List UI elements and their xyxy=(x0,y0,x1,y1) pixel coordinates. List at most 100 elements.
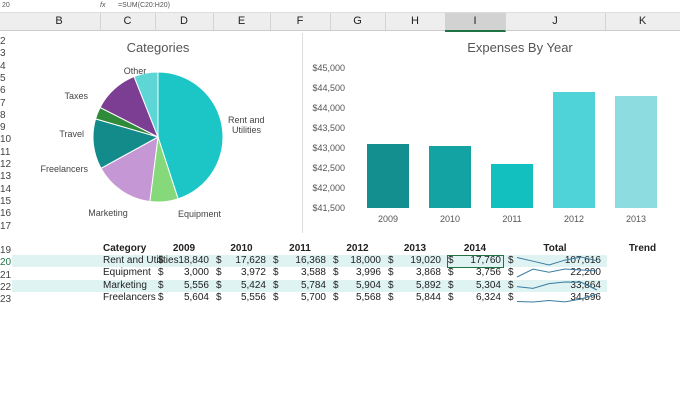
category-cell[interactable]: Freelancers xyxy=(103,292,158,304)
column-heading[interactable]: Trend xyxy=(605,243,680,255)
y-tick-label: $41,500 xyxy=(312,203,345,213)
pie-label: Other xyxy=(124,66,147,76)
name-box[interactable]: 20 xyxy=(2,2,10,9)
category-cell[interactable]: Rent and Utilities xyxy=(103,255,179,267)
x-tick-label: 2012 xyxy=(564,214,584,224)
value-cell[interactable]: 5,904 xyxy=(330,280,381,292)
column-heading[interactable]: 2010 xyxy=(213,243,270,255)
row-header[interactable]: 15 xyxy=(0,196,12,207)
column-heading[interactable]: 2013 xyxy=(385,243,445,255)
column-header-I[interactable]: I xyxy=(445,13,506,32)
value-cell[interactable]: 5,556 xyxy=(213,292,266,304)
value-cell[interactable]: 5,424 xyxy=(213,280,266,292)
row-header[interactable]: 4 xyxy=(0,61,12,72)
bar-2012[interactable] xyxy=(553,92,595,208)
value-cell[interactable]: 3,868 xyxy=(385,267,441,279)
row-header[interactable]: 11 xyxy=(0,147,12,158)
row-header[interactable]: 2 xyxy=(0,36,12,47)
table-header-row: Category 2009 2010 2011 2012 2013 2014 Total Tre… xyxy=(12,243,656,255)
value-cell[interactable]: 3,996 xyxy=(330,267,381,279)
row-header[interactable]: 5 xyxy=(0,73,12,84)
value-cell[interactable]: 5,568 xyxy=(330,292,381,304)
value-cell[interactable]: 18,000 xyxy=(330,255,381,267)
formula-input[interactable]: =SUM(C20:H20) xyxy=(118,2,170,9)
column-heading[interactable]: 2014 xyxy=(445,243,505,255)
trend-sparkline[interactable] xyxy=(512,292,602,304)
column-heading[interactable]: Category xyxy=(103,243,158,255)
fx-icon[interactable]: fx xyxy=(100,2,105,9)
value-cell[interactable]: 18,840 xyxy=(155,255,209,267)
pie-label: Equipment xyxy=(178,209,222,219)
value-cell[interactable]: 5,784 xyxy=(270,280,326,292)
row-header[interactable]: 12 xyxy=(0,159,12,170)
y-tick-label: $44,000 xyxy=(312,103,345,113)
column-header-C[interactable]: C xyxy=(100,13,156,30)
column-heading[interactable]: 2011 xyxy=(270,243,330,255)
row-header[interactable]: 3 xyxy=(0,48,12,59)
pie-label: Freelancers xyxy=(40,164,88,174)
chart-divider xyxy=(302,33,303,233)
column-header-K[interactable]: K xyxy=(605,13,680,30)
row-header[interactable]: 21 xyxy=(0,270,12,281)
value-cell[interactable]: 3,972 xyxy=(213,267,266,279)
pie-label: Travel xyxy=(59,129,84,139)
row-header[interactable]: 19 xyxy=(0,245,12,256)
category-cell[interactable]: Marketing xyxy=(103,280,158,292)
row-header[interactable]: 16 xyxy=(0,208,12,219)
pie-label: Taxes xyxy=(64,91,88,101)
value-cell[interactable]: 5,892 xyxy=(385,280,441,292)
bar-2013[interactable] xyxy=(615,96,657,208)
row-header[interactable]: 6 xyxy=(0,85,12,96)
column-header-G[interactable]: G xyxy=(330,13,386,30)
value-cell[interactable]: 17,628 xyxy=(213,255,266,267)
row-header[interactable]: 22 xyxy=(0,282,12,293)
bar-2011[interactable] xyxy=(491,164,533,208)
y-tick-label: $42,500 xyxy=(312,163,345,173)
value-cell[interactable]: 3,756 xyxy=(445,267,501,279)
selected-cell[interactable] xyxy=(447,255,504,268)
column-header-F[interactable]: F xyxy=(270,13,331,30)
row-header[interactable]: 23 xyxy=(0,294,12,305)
column-header-H[interactable]: H xyxy=(385,13,446,30)
column-header-D[interactable]: D xyxy=(155,13,214,30)
value-cell[interactable]: 19,020 xyxy=(385,255,441,267)
trend-sparkline[interactable] xyxy=(512,280,602,292)
row-header[interactable]: 10 xyxy=(0,134,12,145)
column-header-B[interactable]: B xyxy=(18,13,101,30)
pie-chart[interactable]: Categories Rent and Utilities Equipment Mark… xyxy=(20,33,300,233)
trend-sparkline[interactable] xyxy=(512,267,602,279)
x-tick-label: 2010 xyxy=(440,214,460,224)
column-heading[interactable]: 2009 xyxy=(155,243,213,255)
bar-chart[interactable]: Expenses By Year $41,500 $42,000 $42,500 $43… xyxy=(305,33,670,233)
value-cell[interactable]: 5,700 xyxy=(270,292,326,304)
row-header[interactable]: 13 xyxy=(0,171,12,182)
y-tick-label: $43,000 xyxy=(312,143,345,153)
value-cell[interactable]: 3,000 xyxy=(155,267,209,279)
formula-bar: 20 fx =SUM(C20:H20) xyxy=(0,0,680,13)
bar-2010[interactable] xyxy=(429,146,471,208)
row-header[interactable]: 7 xyxy=(0,98,12,109)
x-tick-label: 2011 xyxy=(502,214,521,224)
value-cell[interactable]: 5,604 xyxy=(155,292,209,304)
x-tick-label: 2009 xyxy=(378,214,398,224)
row-header[interactable]: 17 xyxy=(0,221,12,232)
trend-sparkline[interactable] xyxy=(512,255,602,267)
column-header-E[interactable]: E xyxy=(213,13,271,30)
column-heading[interactable]: 2012 xyxy=(330,243,385,255)
pie-title: Categories xyxy=(127,40,190,55)
column-heading[interactable]: Total xyxy=(505,243,605,255)
value-cell[interactable]: 16,368 xyxy=(270,255,326,267)
category-cell[interactable]: Equipment xyxy=(103,267,158,279)
value-cell[interactable]: 5,556 xyxy=(155,280,209,292)
row-header[interactable]: 14 xyxy=(0,184,12,195)
table-row: Equipment $3,000 $3,972 $3,588 $3,996 $3,868 $… xyxy=(12,267,607,279)
row-header[interactable]: 20 xyxy=(0,257,12,268)
value-cell[interactable]: 5,304 xyxy=(445,280,501,292)
bar-2009[interactable] xyxy=(367,144,409,208)
column-header-J[interactable]: J xyxy=(505,13,606,30)
value-cell[interactable]: 3,588 xyxy=(270,267,326,279)
value-cell[interactable]: 5,844 xyxy=(385,292,441,304)
row-header[interactable]: 9 xyxy=(0,122,12,133)
row-header[interactable]: 8 xyxy=(0,110,12,121)
value-cell[interactable]: 6,324 xyxy=(445,292,501,304)
